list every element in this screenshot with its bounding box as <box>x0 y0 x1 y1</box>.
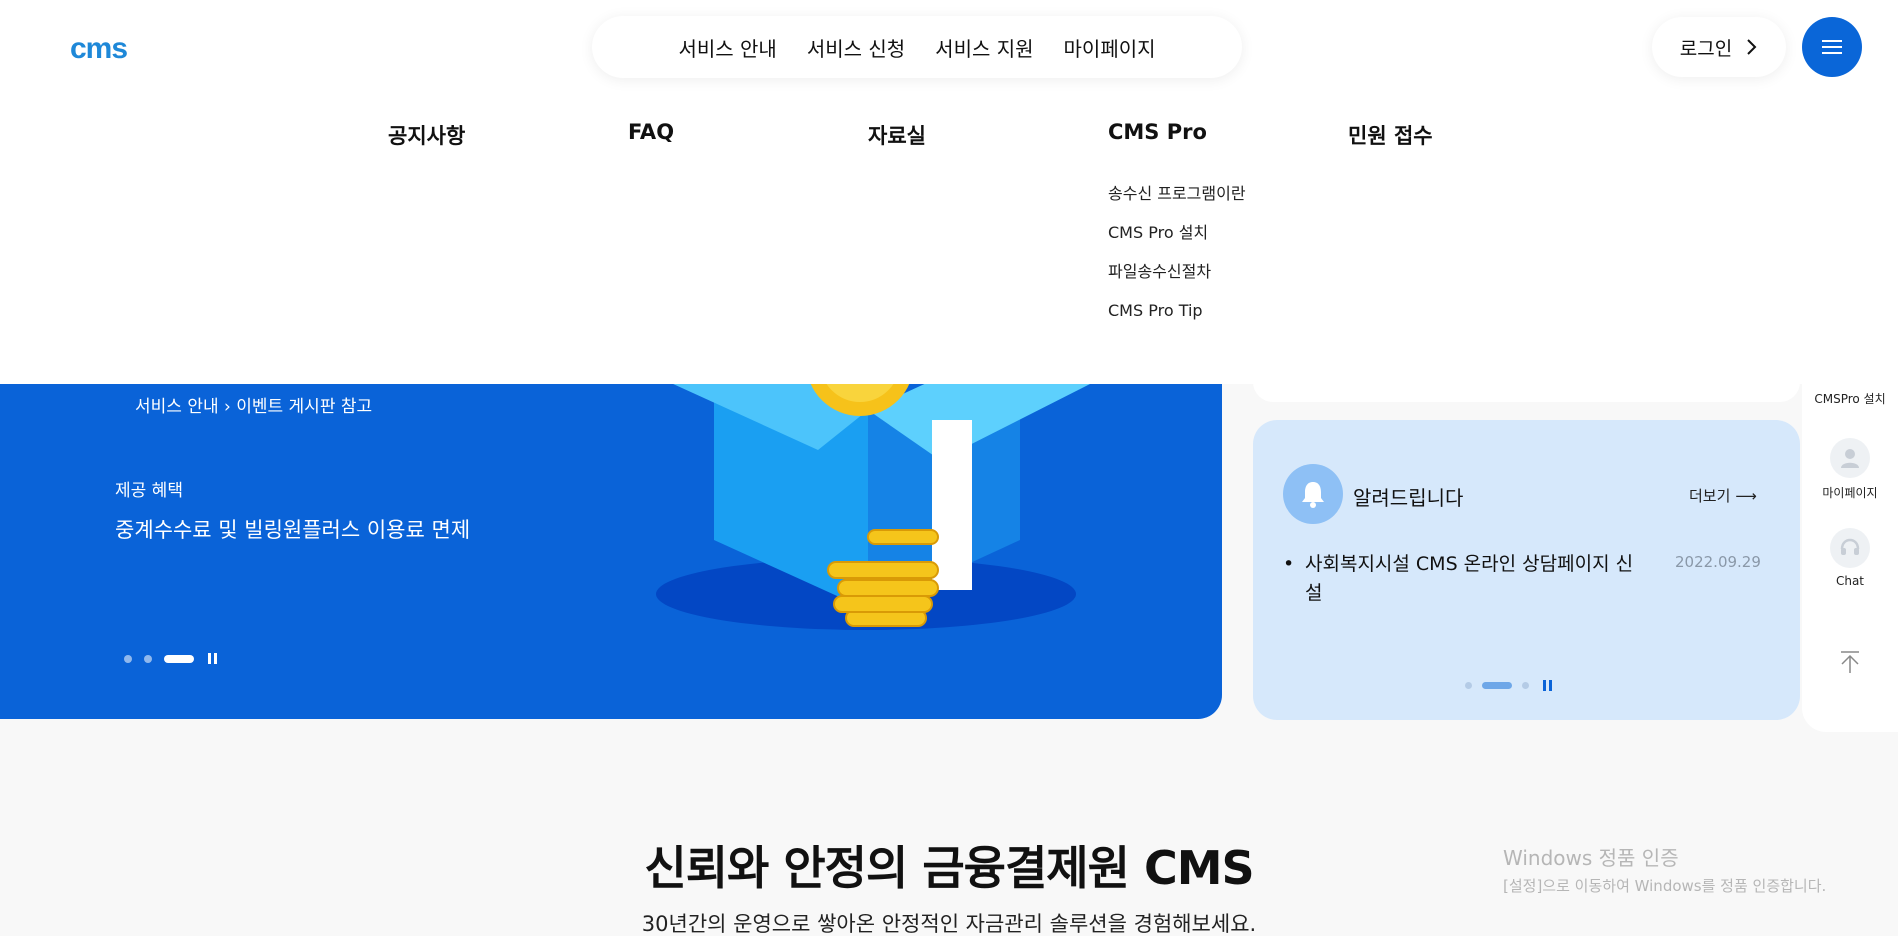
hero-benefit-label: 제공 혜택 <box>115 481 183 501</box>
slide-dot-active[interactable] <box>164 654 194 663</box>
menu-title-archive[interactable]: 자료실 <box>868 120 926 150</box>
slide-dot-active[interactable] <box>1482 682 1512 689</box>
quick-mypage[interactable]: 마이페이지 <box>1802 438 1898 501</box>
hero-info-line: 서비스 안내 › 이벤트 게시판 참고 <box>135 397 373 417</box>
notice-pagination <box>1465 680 1552 691</box>
menu-title-faq[interactable]: FAQ <box>628 120 674 144</box>
slide-dot[interactable] <box>1522 682 1529 689</box>
more-link[interactable]: 더보기 ⟶ <box>1689 485 1757 506</box>
arrow-up-icon <box>1841 651 1859 673</box>
submenu-item[interactable]: 송수신 프로그램이란 <box>1108 174 1246 213</box>
slide-dot[interactable] <box>144 654 152 663</box>
chevron-right-icon <box>1747 39 1757 55</box>
bullet-icon: • <box>1283 553 1295 575</box>
menu-col-complaint: 민원 접수 <box>1348 120 1433 150</box>
main-subtitle: 30년간의 운영으로 쌓아온 안정적인 자금관리 솔루션을 경험해보세요. <box>641 912 1257 936</box>
quick-item-label: 마이페이지 <box>1822 486 1878 500</box>
nav-service-apply[interactable]: 서비스 신청 <box>807 33 905 62</box>
pause-icon[interactable] <box>208 653 217 664</box>
notice-card: 알려드립니다 더보기 ⟶ • 사회복지시설 CMS 온라인 상담페이지 신설 2… <box>1253 420 1800 720</box>
bell-icon <box>1283 464 1343 524</box>
notice-item-text: 사회복지시설 CMS 온라인 상담페이지 신설 <box>1305 553 1634 604</box>
logo[interactable]: cms <box>70 32 128 66</box>
submenu-item[interactable]: CMS Pro 설치 <box>1108 213 1246 252</box>
nav-service-support[interactable]: 서비스 지원 <box>935 33 1033 62</box>
cmspro-submenu: 송수신 프로그램이란 CMS Pro 설치 파일송수신절차 CMS Pro Ti… <box>1108 174 1246 330</box>
submenu-item[interactable]: CMS Pro Tip <box>1108 291 1246 330</box>
menu-col-archive: 자료실 <box>868 120 926 150</box>
menu-col-notice: 공지사항 <box>388 120 465 150</box>
hamburger-icon <box>1822 40 1842 54</box>
quick-cmspro-install[interactable]: CMSPro 설치 <box>1802 390 1898 407</box>
menu-title-complaint[interactable]: 민원 접수 <box>1348 120 1433 150</box>
login-label: 로그인 <box>1679 37 1733 60</box>
login-button[interactable]: 로그인 <box>1652 17 1786 77</box>
arrow-right-icon: ⟶ <box>1735 487 1757 505</box>
quick-menu: CMSPro 설치 마이페이지 Chat <box>1802 360 1898 732</box>
menu-col-cmspro: CMS Pro 송수신 프로그램이란 CMS Pro 설치 파일송수신절차 CM… <box>1108 120 1246 330</box>
pause-icon[interactable] <box>1543 680 1552 691</box>
user-icon <box>1830 438 1870 478</box>
top-nav: 서비스 안내 서비스 신청 서비스 지원 마이페이지 <box>592 16 1242 78</box>
menu-title-cmspro[interactable]: CMS Pro <box>1108 120 1246 144</box>
watermark-title: Windows 정품 인증 <box>1503 846 1679 870</box>
nav-mypage[interactable]: 마이페이지 <box>1064 33 1156 62</box>
slide-dot[interactable] <box>1465 682 1472 689</box>
quick-item-label: CMSPro 설치 <box>1814 392 1886 406</box>
watermark-text: [설정]으로 이동하여 Windows를 정품 인증합니다. <box>1503 877 1827 895</box>
mega-menu: 공지사항 FAQ 자료실 CMS Pro 송수신 프로그램이란 CMS Pro … <box>0 96 1898 384</box>
submenu-item[interactable]: 파일송수신절차 <box>1108 252 1246 291</box>
notice-title: 알려드립니다 <box>1353 486 1464 510</box>
menu-button[interactable] <box>1802 17 1862 77</box>
quick-chat[interactable]: Chat <box>1802 528 1898 588</box>
quick-item-label: Chat <box>1835 574 1865 588</box>
hero-pagination <box>124 653 217 664</box>
more-label: 더보기 <box>1689 487 1731 505</box>
menu-title-notice[interactable]: 공지사항 <box>388 120 465 150</box>
notice-item[interactable]: • 사회복지시설 CMS 온라인 상담페이지 신설 <box>1283 550 1643 608</box>
slide-dot[interactable] <box>124 654 132 663</box>
header: cms 서비스 안내 서비스 신청 서비스 지원 마이페이지 로그인 <box>0 0 1898 96</box>
windows-activation-watermark: Windows 정품 인증 [설정]으로 이동하여 Windows를 정품 인증… <box>1503 842 1826 896</box>
headset-icon <box>1830 528 1870 568</box>
hero-benefit-text: 중계수수료 및 빌링원플러스 이용료 면제 <box>115 518 471 542</box>
menu-col-faq: FAQ <box>628 120 674 144</box>
scroll-top-button[interactable] <box>1802 650 1898 677</box>
notice-item-date: 2022.09.29 <box>1675 553 1761 571</box>
nav-service-info[interactable]: 서비스 안내 <box>678 33 776 62</box>
